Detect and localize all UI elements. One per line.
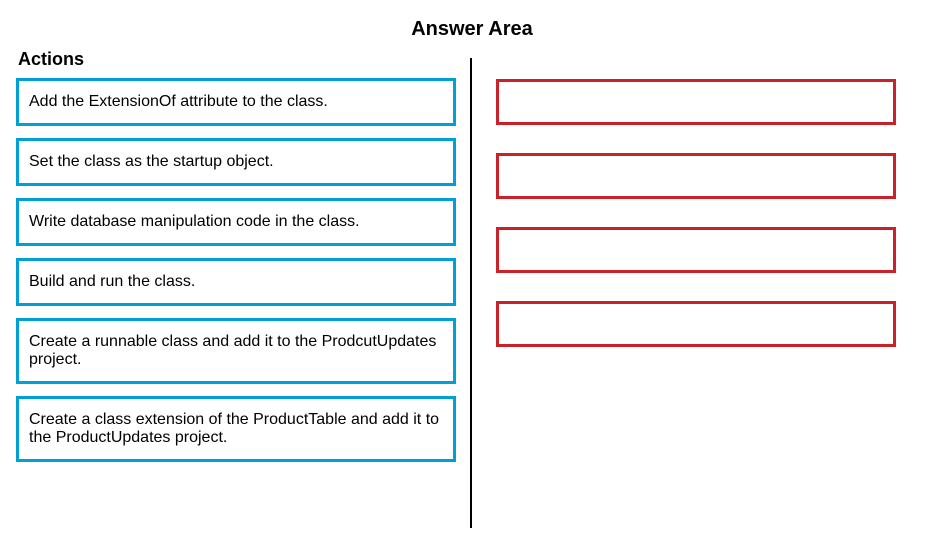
action-item-label: Write database manipulation code in the … bbox=[29, 213, 360, 231]
drop-slot[interactable] bbox=[496, 301, 896, 347]
action-item-label: Create a runnable class and add it to th… bbox=[29, 333, 443, 369]
action-item-label: Add the ExtensionOf attribute to the cla… bbox=[29, 93, 328, 111]
drop-slot[interactable] bbox=[496, 153, 896, 199]
page-title: Answer Area bbox=[0, 0, 944, 49]
action-item-label: Create a class extension of the ProductT… bbox=[29, 411, 443, 447]
action-item[interactable]: Create a class extension of the ProductT… bbox=[16, 396, 456, 462]
action-item[interactable]: Create a runnable class and add it to th… bbox=[16, 318, 456, 384]
answer-column bbox=[466, 49, 928, 474]
action-item[interactable]: Write database manipulation code in the … bbox=[16, 198, 456, 246]
drop-slot[interactable] bbox=[496, 79, 896, 125]
drop-slot[interactable] bbox=[496, 227, 896, 273]
action-item-label: Set the class as the startup object. bbox=[29, 153, 274, 171]
actions-column: Actions Add the ExtensionOf attribute to… bbox=[16, 49, 466, 474]
action-item-label: Build and run the class. bbox=[29, 273, 195, 291]
main-container: Actions Add the ExtensionOf attribute to… bbox=[0, 49, 944, 474]
action-item[interactable]: Add the ExtensionOf attribute to the cla… bbox=[16, 78, 456, 126]
action-item[interactable]: Set the class as the startup object. bbox=[16, 138, 456, 186]
actions-heading: Actions bbox=[16, 49, 456, 70]
column-divider bbox=[470, 58, 472, 528]
action-item[interactable]: Build and run the class. bbox=[16, 258, 456, 306]
